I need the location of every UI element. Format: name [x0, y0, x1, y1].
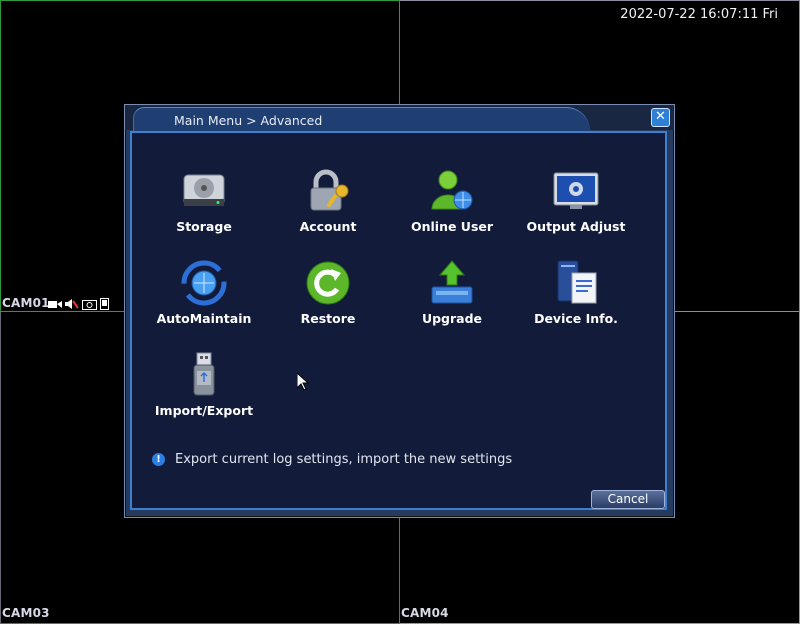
- camera-label-cam04: CAM04: [401, 606, 449, 620]
- menu-item-label: Online User: [410, 219, 494, 234]
- menu-item-upgrade[interactable]: Upgrade: [390, 259, 514, 339]
- menu-item-automaintain[interactable]: AutoMaintain: [142, 259, 266, 339]
- menu-item-label: Account: [299, 219, 357, 234]
- menu-item-label: Upgrade: [421, 311, 483, 326]
- padlock-key-icon: [304, 167, 352, 215]
- camera-label-cam01: CAM01: [2, 296, 50, 310]
- menu-item-storage[interactable]: Storage: [142, 167, 266, 247]
- menu-item-account[interactable]: Account: [266, 167, 390, 247]
- menu-item-label: Restore: [300, 311, 356, 326]
- restore-icon: [304, 259, 352, 307]
- menu-item-label: Output Adjust: [526, 219, 626, 234]
- hint-row: ! Export current log settings, import th…: [152, 452, 512, 467]
- dialog-title: Main Menu > Advanced: [174, 113, 323, 128]
- auto-maintain-icon: [180, 259, 228, 307]
- camera-label-cam03: CAM03: [2, 606, 50, 620]
- online-user-icon: [428, 167, 476, 215]
- hard-drive-icon: [180, 167, 228, 215]
- menu-item-label: Import/Export: [154, 403, 254, 418]
- menu-item-label: Device Info.: [534, 311, 618, 326]
- camera-status-icons: [48, 295, 109, 314]
- menu-item-import-export[interactable]: Import/Export: [142, 351, 266, 431]
- menu-item-output-adjust[interactable]: Output Adjust: [514, 167, 638, 247]
- close-button[interactable]: ✕: [651, 108, 670, 127]
- snapshot-icon: [82, 295, 97, 314]
- video-camera-icon: [48, 295, 62, 314]
- menu-item-online-user[interactable]: Online User: [390, 167, 514, 247]
- menu-item-label: AutoMaintain: [156, 311, 252, 326]
- device-info-icon: [552, 259, 600, 307]
- upgrade-icon: [428, 259, 476, 307]
- title-tab: Main Menu > Advanced: [133, 107, 590, 131]
- close-icon: ✕: [655, 109, 666, 124]
- dialog-content: Storage Account Online User Output Adjus…: [130, 131, 667, 510]
- menu-item-label: Storage: [176, 219, 232, 234]
- monitor-gear-icon: [552, 167, 600, 215]
- menu-item-device-info[interactable]: Device Info.: [514, 259, 638, 339]
- cancel-button[interactable]: Cancel: [591, 490, 665, 509]
- menu-item-restore[interactable]: Restore: [266, 259, 390, 339]
- advanced-menu-dialog: Main Menu > Advanced ✕ Storage Account O…: [124, 104, 675, 518]
- info-icon: !: [152, 453, 165, 466]
- hint-text: Export current log settings, import the …: [175, 452, 513, 467]
- mouse-cursor-icon: [296, 371, 310, 395]
- dialog-titlebar: Main Menu > Advanced ✕: [125, 105, 674, 131]
- datetime-display: 2022-07-22 16:07:11 Fri: [620, 7, 778, 22]
- phone-icon: [100, 295, 109, 314]
- usb-drive-icon: [180, 351, 228, 399]
- speaker-muted-icon: [65, 295, 79, 314]
